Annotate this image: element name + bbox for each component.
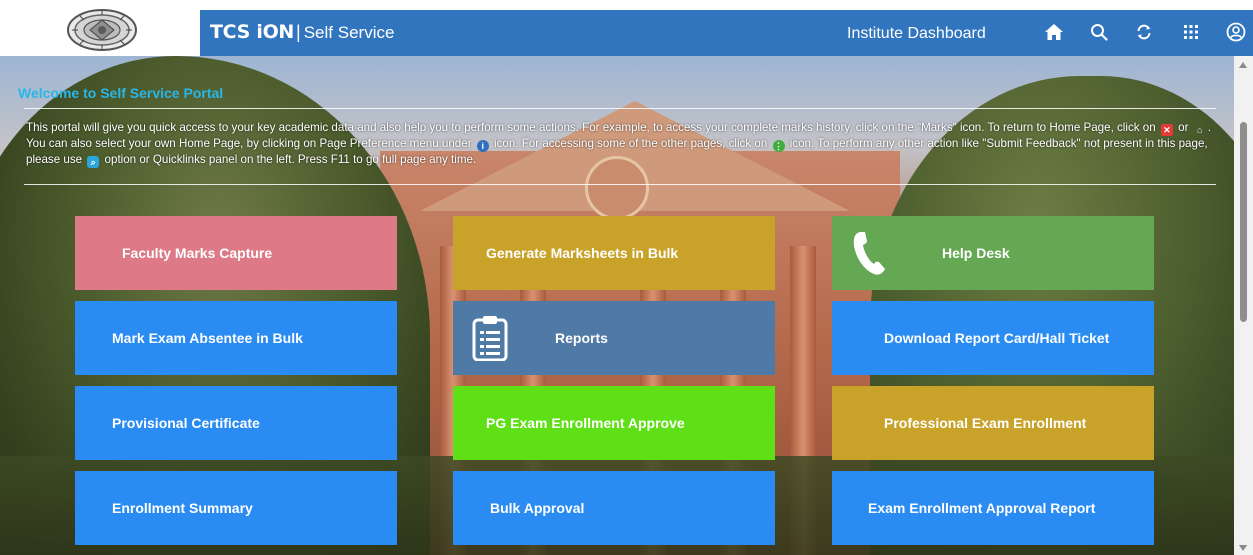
tile-bulk-approval[interactable]: Bulk Approval [453, 471, 775, 545]
more-options-icon: ⋮ [772, 140, 785, 152]
divider [24, 108, 1216, 109]
tile-label: Download Report Card/Hall Ticket [884, 330, 1110, 346]
intro-text: option or Quicklinks panel on the left. … [104, 153, 477, 166]
brand-subtitle: Self Service [303, 23, 395, 42]
tile-provisional-certificate[interactable]: Provisional Certificate [75, 386, 397, 460]
tile-label: PG Exam Enrollment Approve [486, 415, 685, 431]
home-icon: ⌂ [1196, 125, 1203, 135]
tile-professional-exam-enrollment[interactable]: Professional Exam Enrollment [832, 386, 1154, 460]
brand-name: TCS iON [210, 21, 295, 43]
top-header-bar: TCS iON | Self Service Institute Dashboard [200, 10, 1253, 56]
tile-label: Bulk Approval [490, 500, 585, 516]
info-icon: i [476, 140, 489, 152]
tile-exam-enrollment-approval-report[interactable]: Exam Enrollment Approval Report [832, 471, 1154, 545]
close-icon: ✕ [1160, 124, 1173, 136]
tile-enrollment-summary[interactable]: Enrollment Summary [75, 471, 397, 545]
brand-separator: | [296, 22, 301, 42]
tile-label: Exam Enrollment Approval Report [868, 500, 1096, 516]
clipboard-report-icon [472, 315, 508, 361]
tile-label: Generate Marksheets in Bulk [486, 245, 679, 261]
tile-help-desk[interactable]: Help Desk [832, 216, 1154, 290]
scroll-up-arrow-icon[interactable] [1239, 62, 1247, 68]
tile-label: Professional Exam Enrollment [884, 415, 1087, 431]
intro-text: icon. For accessing some of the other pa… [494, 137, 768, 150]
refresh-icon[interactable] [1132, 20, 1156, 44]
scrollbar-thumb[interactable] [1240, 122, 1247, 322]
tile-pg-exam-enrollment-approve[interactable]: PG Exam Enrollment Approve [453, 386, 775, 460]
search-icon[interactable] [1087, 20, 1111, 44]
tile-label: Reports [555, 330, 608, 346]
home-icon[interactable] [1042, 20, 1066, 44]
tile-reports[interactable]: Reports [453, 301, 775, 375]
scroll-down-arrow-icon[interactable] [1239, 545, 1247, 551]
welcome-description: This portal will give you quick access t… [26, 120, 1222, 168]
divider [24, 184, 1216, 185]
tile-label: Faculty Marks Capture [122, 245, 273, 261]
intro-text: or [1178, 121, 1189, 134]
apps-grid-icon[interactable] [1179, 20, 1203, 44]
brand: TCS iON | Self Service [210, 21, 394, 43]
tile-mark-exam-absentee-in-bulk[interactable]: Mark Exam Absentee in Bulk [75, 301, 397, 375]
dashboard-title[interactable]: Institute Dashboard [847, 25, 986, 43]
institute-seal-logo [67, 9, 137, 51]
tile-download-report-card-hall-ticket[interactable]: Download Report Card/Hall Ticket [832, 301, 1154, 375]
tile-label: Mark Exam Absentee in Bulk [112, 330, 303, 346]
tile-label: Provisional Certificate [112, 415, 260, 431]
search-icon: ⌕ [87, 156, 100, 168]
welcome-title: Welcome to Self Service Portal [18, 85, 224, 101]
intro-text: This portal will give you quick access t… [26, 121, 1156, 134]
vertical-scrollbar[interactable] [1234, 56, 1253, 555]
user-account-icon[interactable] [1224, 20, 1248, 44]
logo-area [0, 0, 200, 56]
tile-generate-marksheets-in-bulk[interactable]: Generate Marksheets in Bulk [453, 216, 775, 290]
tile-label: Enrollment Summary [112, 500, 253, 516]
phone-icon [852, 230, 888, 276]
tile-faculty-marks-capture[interactable]: Faculty Marks Capture [75, 216, 397, 290]
tile-label: Help Desk [942, 245, 1010, 261]
